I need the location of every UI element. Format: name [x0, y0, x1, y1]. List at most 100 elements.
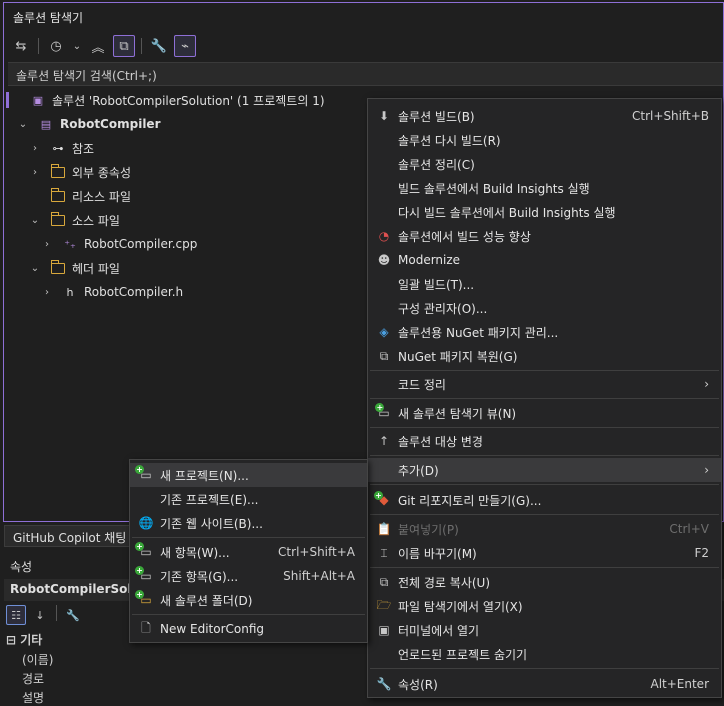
build-icon: ⬇ — [378, 109, 390, 123]
menu-label: 새 항목(W)... — [160, 545, 230, 560]
menu-label: 솔루션 빌드(B) — [398, 109, 475, 124]
folder-icon — [50, 211, 66, 227]
cpp-file-icon: ⁺₊ — [64, 237, 76, 251]
tree-item-source-files[interactable]: ⌄ 소스 파일 — [28, 208, 120, 232]
submenu-item-new-solution-folder[interactable]: ▭ + 새 솔루션 폴더(D) — [130, 588, 367, 612]
folder-icon — [50, 187, 66, 203]
menu-label: 기존 웹 사이트(B)... — [160, 516, 263, 531]
existing-item-icon: ▭ + — [135, 566, 152, 583]
project-label: RobotCompiler — [60, 117, 161, 131]
chevron-right-icon: › — [704, 463, 709, 477]
tree-item-solution[interactable]: ▣ 솔루션 'RobotCompilerSolution' (1 프로젝트의 1… — [16, 88, 325, 112]
menu-shortcut: Alt+Enter — [650, 677, 709, 691]
menu-item-clean-solution[interactable]: 솔루션 정리(C) — [368, 152, 721, 176]
property-row[interactable]: 경로 — [22, 670, 44, 687]
menu-item-build-insights[interactable]: 빌드 솔루션에서 Build Insights 실행 — [368, 176, 721, 200]
chevron-down-icon[interactable]: ⌄ — [28, 263, 42, 274]
menu-label: 새 프로젝트(N)... — [160, 468, 249, 483]
categorized-icon[interactable]: ☷ — [6, 605, 26, 625]
panel-title: 솔루션 탐색기 — [13, 11, 84, 25]
nuget-icon: ◈ — [379, 325, 389, 339]
properties-wrench-icon[interactable]: 🔧 — [148, 35, 170, 57]
menu-separator — [132, 614, 365, 615]
menu-item-restore-nuget[interactable]: ⧉ NuGet 패키지 복원(G) — [368, 344, 721, 368]
folder-icon — [50, 163, 66, 179]
menu-item-code-cleanup[interactable]: 코드 정리 › — [368, 372, 721, 396]
menu-separator — [370, 427, 719, 428]
property-row[interactable]: (이름) — [22, 651, 53, 668]
header-files-label: 헤더 파일 — [72, 261, 120, 276]
tree-item-header-h[interactable]: › h RobotCompiler.h — [40, 280, 183, 304]
tree-item-external-deps[interactable]: › 외부 종속성 — [28, 160, 131, 184]
properties-category[interactable]: ⊟ 기타 — [6, 631, 42, 648]
menu-item-retarget-solution[interactable]: ↑ 솔루션 대상 변경 — [368, 429, 721, 453]
submenu-item-new-item[interactable]: ▭ + 새 항목(W)... Ctrl+Shift+A — [130, 540, 367, 564]
rename-icon: ⌶ — [380, 545, 388, 560]
menu-shortcut: Shift+Alt+A — [283, 569, 355, 583]
menu-item-rebuild-solution[interactable]: 솔루션 다시 빌드(R) — [368, 128, 721, 152]
menu-label: 터미널에서 열기 — [398, 623, 480, 638]
chevron-right-icon[interactable]: › — [40, 239, 54, 250]
search-input[interactable]: 솔루션 탐색기 검색(Ctrl+;) — [8, 62, 723, 86]
chevron-right-icon: › — [704, 377, 709, 391]
collapse-all-icon[interactable]: ︽ — [87, 35, 109, 57]
tab-github-copilot-chat[interactable]: GitHub Copilot 채팅 — [4, 525, 136, 547]
paste-icon: 📋 — [376, 522, 392, 536]
tree-item-references[interactable]: › ⊶ 참조 — [28, 136, 94, 160]
menu-item-manage-nuget[interactable]: ◈ 솔루션용 NuGet 패키지 관리... — [368, 320, 721, 344]
switch-views-icon[interactable]: ⇆ — [10, 35, 32, 57]
menu-label: 솔루션 정리(C) — [398, 157, 475, 172]
history-icon[interactable]: ◷ — [45, 35, 67, 57]
tree-item-source-cpp[interactable]: › ⁺₊ RobotCompiler.cpp — [40, 232, 197, 256]
menu-label: 솔루션에서 빌드 성능 향상 — [398, 229, 531, 244]
menu-item-copy-full-path[interactable]: ⧉ 전체 경로 복사(U) — [368, 570, 721, 594]
menu-item-modernize[interactable]: ☻ Modernize — [368, 248, 721, 272]
menu-label: 코드 정리 — [398, 377, 446, 392]
menu-item-build-solution[interactable]: ⬇ 솔루션 빌드(B) Ctrl+Shift+B — [368, 104, 721, 128]
menu-item-improve-build-perf[interactable]: ◔ 솔루션에서 빌드 성능 향상 — [368, 224, 721, 248]
folder-icon — [50, 259, 66, 275]
menu-item-batch-build[interactable]: 일괄 빌드(T)... — [368, 272, 721, 296]
chevron-right-icon[interactable]: › — [40, 287, 54, 298]
menu-shortcut: Ctrl+Shift+B — [632, 109, 709, 123]
file-icon: 🗋 — [141, 620, 151, 635]
tree-item-resource-files[interactable]: 리소스 파일 — [42, 184, 131, 208]
menu-label: 빌드 솔루션에서 Build Insights 실행 — [398, 181, 590, 196]
source-cpp-label: RobotCompiler.cpp — [84, 237, 198, 251]
show-all-files-icon[interactable]: ⧉ — [113, 35, 135, 57]
chevron-right-icon[interactable]: › — [28, 167, 42, 178]
solution-icon: ▣ — [32, 93, 44, 107]
menu-item-config-manager[interactable]: 구성 관리자(O)... — [368, 296, 721, 320]
chevron-right-icon[interactable]: › — [28, 143, 42, 154]
menu-item-properties[interactable]: 🔧 속성(R) Alt+Enter — [368, 672, 721, 696]
chevron-down-icon[interactable]: ⌄ — [16, 119, 30, 130]
menu-item-new-se-view[interactable]: ▭ + 새 솔루션 탐색기 뷰(N) — [368, 401, 721, 425]
submenu-item-existing-website[interactable]: 🌐 기존 웹 사이트(B)... — [130, 511, 367, 535]
submenu-item-new-editorconfig[interactable]: 🗋 New EditorConfig — [130, 617, 367, 641]
new-project-icon: ▭ + — [135, 465, 152, 482]
menu-item-rebuild-insights[interactable]: 다시 빌드 솔루션에서 Build Insights 실행 — [368, 200, 721, 224]
property-pages-icon[interactable]: 🔧 — [63, 605, 83, 625]
menu-separator — [370, 567, 719, 568]
menu-item-create-git-repo[interactable]: ◆ + Git 리포지토리 만들기(G)... — [368, 488, 721, 512]
alphabetical-icon[interactable]: ↓ — [30, 605, 50, 625]
submenu-item-existing-project[interactable]: 기존 프로젝트(E)... — [130, 487, 367, 511]
chevron-down-icon[interactable]: ⌄ — [71, 35, 83, 57]
menu-item-hide-unloaded[interactable]: 언로드된 프로젝트 숨기기 — [368, 642, 721, 666]
menu-item-open-in-terminal[interactable]: ▣ 터미널에서 열기 — [368, 618, 721, 642]
category-label: 기타 — [20, 633, 43, 647]
tree-item-project[interactable]: ⌄ ▤ RobotCompiler — [16, 112, 161, 136]
menu-item-add[interactable]: 추가(D) › — [368, 458, 721, 482]
submenu-item-new-project[interactable]: ▭ + 새 프로젝트(N)... — [130, 463, 367, 487]
header-h-label: RobotCompiler.h — [84, 285, 184, 299]
preview-selected-icon[interactable]: ⌁ — [174, 35, 196, 57]
menu-item-rename[interactable]: ⌶ 이름 바꾸기(M) F2 — [368, 541, 721, 565]
menu-item-paste[interactable]: 📋 붙여넣기(P) Ctrl+V — [368, 517, 721, 541]
property-row[interactable]: 설명 — [22, 689, 44, 706]
menu-label: 기존 프로젝트(E)... — [160, 492, 259, 507]
menu-label: 일괄 빌드(T)... — [398, 277, 475, 292]
menu-item-open-in-explorer[interactable]: 🗁 파일 탐색기에서 열기(X) — [368, 594, 721, 618]
chevron-down-icon[interactable]: ⌄ — [28, 215, 42, 226]
submenu-item-existing-item[interactable]: ▭ + 기존 항목(G)... Shift+Alt+A — [130, 564, 367, 588]
tree-item-header-files[interactable]: ⌄ 헤더 파일 — [28, 256, 120, 280]
